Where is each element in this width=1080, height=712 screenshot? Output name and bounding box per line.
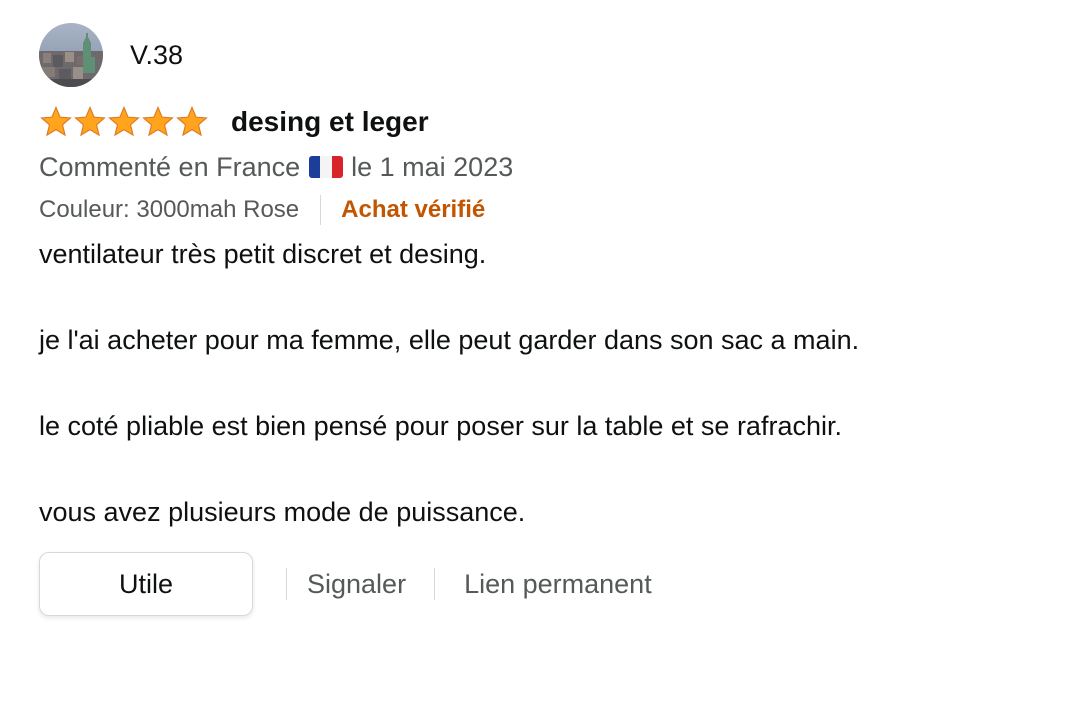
star-icon bbox=[175, 106, 209, 138]
review-paragraph: le coté pliable est bien pensé pour pose… bbox=[39, 411, 842, 441]
permalink-link[interactable]: Lien permanent bbox=[464, 569, 652, 600]
avatar-photo-icon bbox=[39, 23, 103, 87]
review-actions: Utile Signaler Lien permanent bbox=[39, 552, 1039, 616]
review-title: desing et leger bbox=[231, 106, 429, 137]
variant-label[interactable]: Couleur: 3000mah Rose bbox=[39, 196, 299, 224]
report-link[interactable]: Signaler bbox=[307, 569, 406, 600]
divider bbox=[320, 195, 322, 225]
review-meta: Commenté en France le 1 mai 2023 bbox=[39, 149, 1039, 185]
france-flag-icon bbox=[309, 156, 344, 178]
reviewer-name[interactable]: V.38 bbox=[130, 40, 183, 71]
review-paragraph: je l'ai acheter pour ma femme, elle peut… bbox=[39, 325, 860, 355]
review-paragraph: ventilateur très petit discret et desing… bbox=[39, 239, 487, 269]
star-icon bbox=[73, 106, 107, 138]
star-icon bbox=[141, 106, 175, 138]
avatar[interactable] bbox=[39, 23, 103, 87]
review-country-label: Commenté en France bbox=[39, 151, 301, 182]
verified-purchase-badge: Achat vérifié bbox=[341, 196, 486, 223]
review-title-row: desing et leger bbox=[39, 104, 1039, 140]
review-card: V.38 desing et leger Commenté en France bbox=[39, 22, 1039, 616]
review-date: le 1 mai 2023 bbox=[351, 151, 514, 182]
star-icon bbox=[107, 106, 141, 138]
star-icon bbox=[39, 106, 73, 138]
divider bbox=[434, 568, 436, 600]
divider bbox=[286, 568, 287, 600]
review-body: ventilateur très petit discret et desing… bbox=[39, 233, 1039, 534]
star-rating bbox=[39, 106, 209, 138]
helpful-button[interactable]: Utile bbox=[39, 552, 253, 616]
variant-row: Couleur: 3000mah Rose Achat vérifié bbox=[39, 193, 1039, 227]
review-paragraph: vous avez plusieurs mode de puissance. bbox=[39, 497, 526, 527]
reviewer-profile[interactable]: V.38 bbox=[39, 22, 1039, 88]
